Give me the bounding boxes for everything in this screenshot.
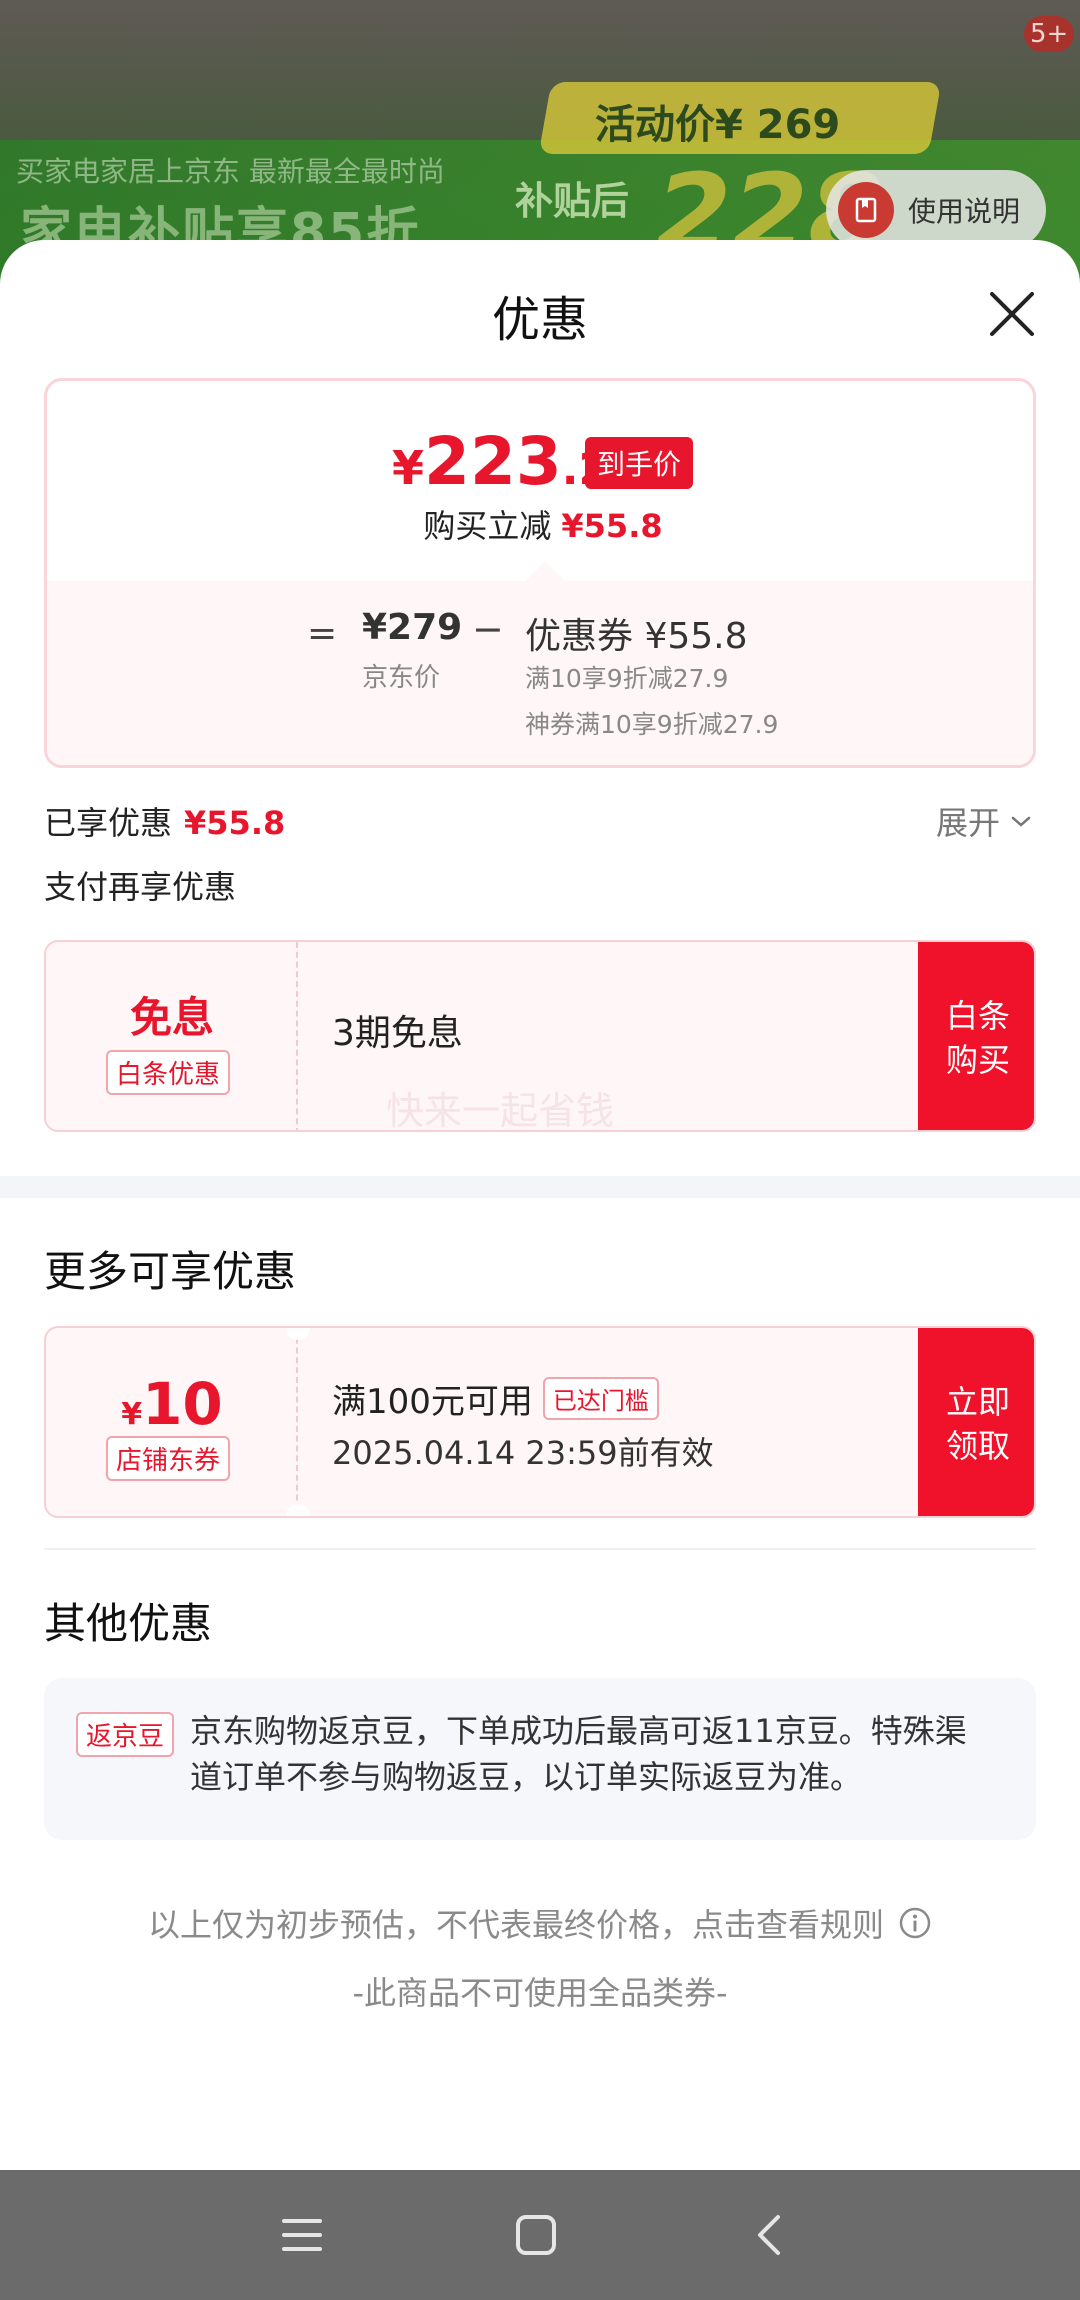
coupon-yen: ¥ [121,1397,143,1432]
expand-button[interactable]: 展开 [936,798,1036,844]
back-icon [758,2215,780,2255]
home-button[interactable] [506,2205,566,2265]
menu-icon [282,2219,322,2251]
instant-discount-label: 购买立减 [423,507,552,545]
offer-watermark: 快来一起省钱 [386,1089,615,1132]
jd-price-label: 京东价 [362,663,441,693]
expand-label: 展开 [936,804,1001,842]
baitiao-tag: 白条优惠 [106,1050,231,1095]
store-coupon-left: ¥10 店铺东券 [46,1328,298,1516]
banner-price-label: 活动价¥ 269 [595,102,841,148]
chevron-down-icon [1011,816,1031,827]
coupon-condition-text: 满100元可用 [332,1382,533,1422]
coupon-discount: 优惠券 ¥55.8 [525,616,748,657]
close-icon [990,292,1034,336]
threshold-reached-tag: 已达门槛 [542,1377,659,1420]
instant-discount-line: 购买立减 ¥55.8 [47,501,1033,547]
divider [44,1548,1036,1550]
banner-line1: 买家电家居上京东 最新最全最时尚 [16,155,445,188]
coupon-cutout-bottom [286,1504,310,1516]
sheet-title: 优惠 [491,292,588,348]
other-offers-heading: 其他优惠 [44,1599,213,1648]
jd-bean-tag: 返京豆 [76,1712,175,1757]
final-price-yen: ¥ [392,441,425,495]
claim-coupon-button[interactable]: 立即领取 [918,1328,1034,1516]
jd-bean-text: 京东购物返京豆，下单成功后最高可返11京豆。特殊渠道订单不参与购物返豆，以订单实… [190,1712,967,1796]
info-icon [899,1907,931,1939]
system-navigation-bar [0,2170,1080,2300]
enjoyed-amount: ¥55.8 [184,804,286,842]
final-price: ¥ 223 .2 [392,423,609,500]
usage-instructions-label: 使用说明 [908,195,1021,228]
book-icon [838,182,894,238]
installment-title: 3期免息 [332,1013,463,1054]
enjoyed-label: 已享优惠 [44,804,173,842]
final-price-integer: 223 [424,423,562,500]
pay-again-heading: 支付再享优惠 [44,868,237,906]
price-breakdown: = ¥279 京东价 − 优惠券 ¥55.8 满10享9折减27.9 神券满10… [47,581,1033,765]
section-divider [0,1176,1080,1198]
coupon-value: 10 [142,1370,223,1438]
notification-badge: 5+ [1024,16,1075,52]
no-all-category-coupon-note: -此商品不可使用全品类券- [352,1974,728,2012]
disclaimer-text: 以上仅为初步预估，不代表最终价格，点击查看规则 [147,1906,884,1944]
home-icon [516,2215,556,2255]
baitiao-offer-left: 免息 白条优惠 [46,942,298,1130]
price-disclaimer-link[interactable]: 以上仅为初步预估，不代表最终价格，点击查看规则 [0,1900,1080,1946]
coupon-amount: ¥10 [46,1370,298,1438]
equals-sign: = [307,613,338,654]
close-button[interactable] [984,286,1040,342]
store-coupon-tag: 店铺东券 [106,1436,231,1481]
more-offers-heading: 更多可享优惠 [44,1247,297,1296]
minus-sign: − [472,607,504,651]
coupon-rule-1: 满10享9折减27.9 [525,664,729,693]
usage-instructions-button[interactable]: 使用说明 [826,170,1046,250]
interest-free-label: 免息 [129,993,214,1042]
banner-subsidy-label: 补贴后 [515,179,630,223]
baitiao-buy-button[interactable]: 白条购买 [918,942,1034,1130]
discount-sheet: 优惠 ¥ 223 .2 到手价 购买立减¥55.8 = ¥279 京东价 − 优… [0,240,1080,2170]
instant-discount-amount: ¥55.8 [561,507,663,545]
enjoyed-discount: 已享优惠 ¥55.8 [44,798,285,844]
back-button[interactable] [740,2205,800,2265]
final-price-area: ¥ 223 .2 到手价 购买立减¥55.8 [47,381,1033,581]
coupon-condition: 满100元可用 已达门槛 [332,1374,659,1423]
jd-bean-offer: 返京豆 京东购物返京豆，下单成功后最高可返11京豆。特殊渠道订单不参与购物返豆，… [44,1678,1036,1840]
baitiao-offer-card: 免息 白条优惠 3期免息 快来一起省钱 白条购买 [44,940,1036,1132]
store-coupon-card: ¥10 店铺东券 满100元可用 已达门槛 2025.04.14 23:59前有… [44,1326,1036,1518]
coupon-rule-2: 神券满10享9折减27.9 [525,710,779,739]
coupon-validity: 2025.04.14 23:59前有效 [332,1434,714,1472]
final-price-tag: 到手价 [585,437,694,489]
menu-button[interactable] [272,2205,332,2265]
jd-price: ¥279 [362,607,463,648]
price-summary-card: ¥ 223 .2 到手价 购买立减¥55.8 = ¥279 京东价 − 优惠券 … [44,378,1036,768]
